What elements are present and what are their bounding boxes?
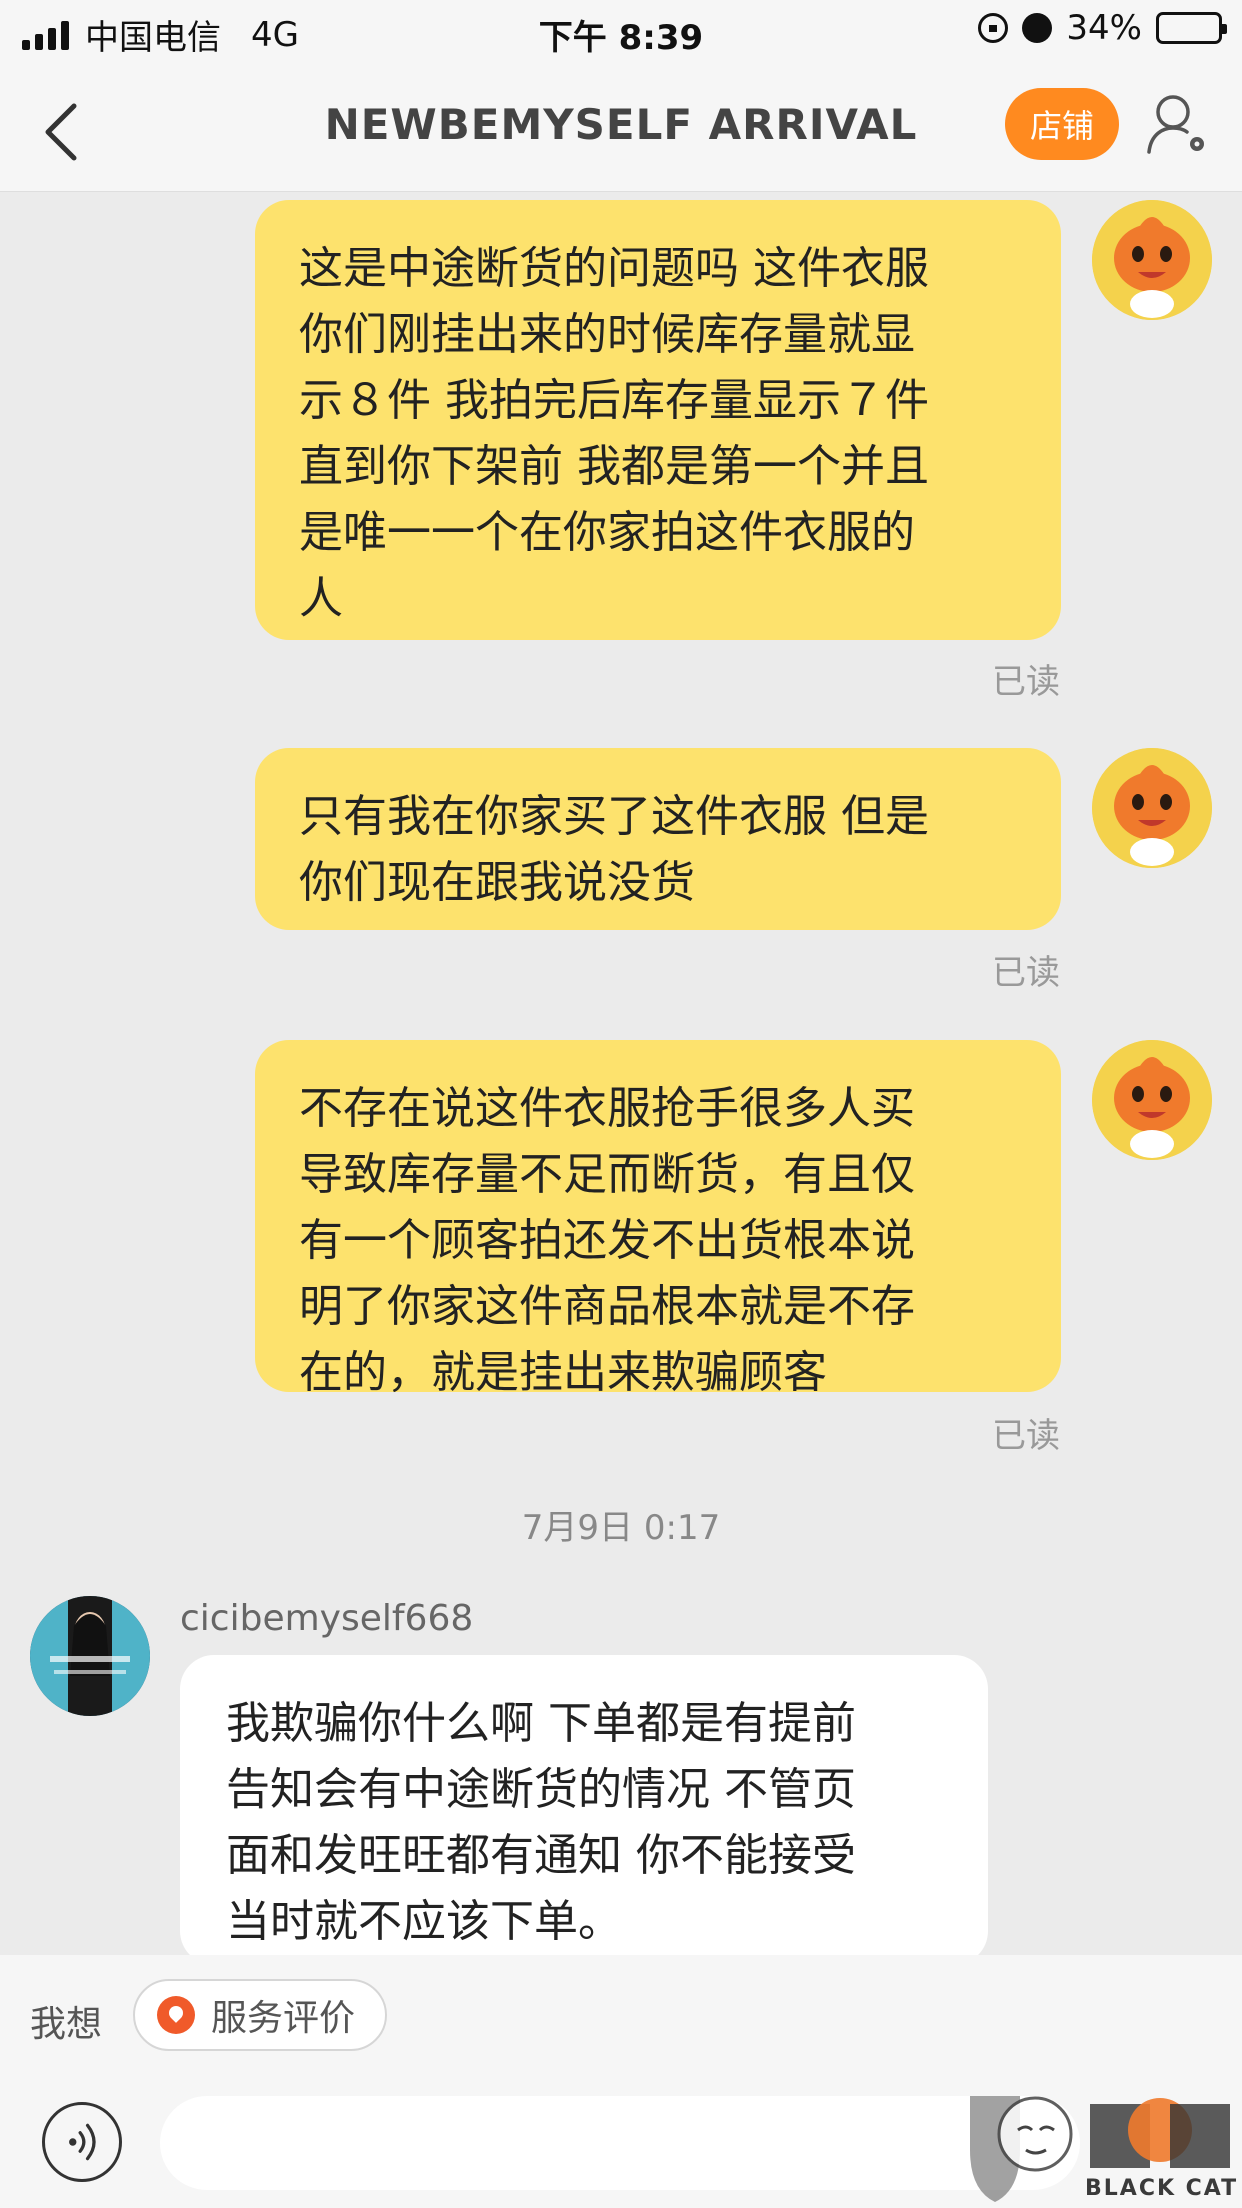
read-status: 已读 (992, 1416, 1060, 1456)
store-button[interactable]: 店铺 (1005, 88, 1119, 160)
rotation-lock-icon (978, 13, 1009, 43)
chip-label: 服务评价 (211, 1998, 356, 2039)
avatar[interactable] (30, 1596, 150, 1716)
nav-bar: NEWBEMYSELF ARRIVAL 店铺 (0, 64, 1242, 192)
battery-percent: 34% (1066, 8, 1142, 48)
avatar[interactable] (1092, 1040, 1212, 1160)
chat-timestamp: 7月9日 0:17 (521, 1508, 721, 1548)
battery-icon (1156, 12, 1227, 44)
message-bubble-outgoing[interactable]: 这是中途断货的问题吗 这件衣服 你们刚挂出来的时候库存量就显 示８件 我拍完后库… (255, 200, 1061, 640)
mascot-icon (1092, 748, 1212, 868)
alarm-icon (1022, 13, 1053, 43)
flower-icon (157, 1996, 195, 2034)
user-settings-icon[interactable] (1145, 92, 1209, 156)
sender-name: cicibemyself668 (180, 1598, 474, 1639)
shop-avatar-icon (30, 1596, 150, 1716)
watermark-text: BLACK CAT (1085, 2176, 1239, 2201)
avatar[interactable] (1092, 748, 1212, 868)
mascot-icon (1092, 200, 1212, 320)
quick-reply-bar: 我想 服务评价 (0, 1955, 1242, 2080)
message-bubble-outgoing[interactable]: 不存在说这件衣服抢手很多人买 导致库存量不足而断货，有且仅 有一个顾客拍还发不出… (255, 1040, 1061, 1398)
read-status: 已读 (992, 953, 1060, 993)
message-bubble-incoming[interactable]: 我欺骗你什么啊 下单都是有提前 告知会有中途断货的情况 不管页 面和发旺旺都有通… (180, 1655, 988, 1965)
read-status: 已读 (992, 662, 1060, 702)
message-input[interactable] (160, 2096, 1080, 2190)
status-bar: 中国电信 4G 下午 8:39 34% (0, 0, 1242, 64)
mascot-icon (1092, 1040, 1212, 1160)
avatar[interactable] (1092, 200, 1212, 320)
quick-reply-label: 我想 (30, 2004, 103, 2045)
message-bubble-outgoing[interactable]: 只有我在你家买了这件衣服 但是 你们现在跟我说没货 (255, 748, 1061, 930)
service-rating-chip[interactable]: 服务评价 (133, 1979, 388, 2051)
voice-icon[interactable] (42, 2102, 122, 2182)
